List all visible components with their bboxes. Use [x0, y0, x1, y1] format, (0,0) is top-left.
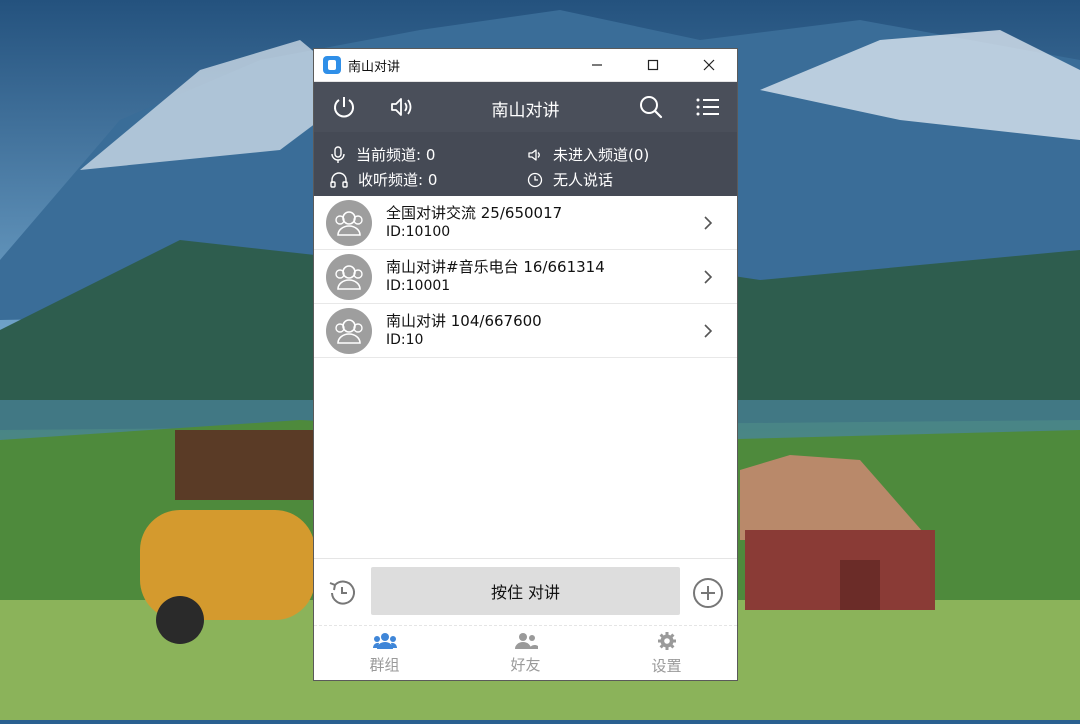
speaking-status: 无人说话: [527, 169, 613, 190]
current-channel-status: 当前频道: 0: [330, 144, 435, 165]
push-to-talk-bar: 按住 对讲: [314, 558, 737, 625]
history-icon: [329, 580, 355, 605]
microphone-icon: [331, 145, 345, 163]
power-button[interactable]: [329, 92, 359, 122]
chevron-right-icon: [693, 215, 723, 231]
tab-settings-label: 设置: [651, 656, 682, 675]
tab-groups-label: 群组: [369, 655, 400, 674]
toolbar-title: 南山对讲: [491, 101, 560, 121]
add-button[interactable]: [692, 577, 724, 613]
nobody-speaking-text: 无人说话: [553, 171, 614, 189]
close-button[interactable]: [681, 49, 737, 81]
bottom-tab-bar: 群组 好友 设置: [314, 625, 737, 680]
channel-item[interactable]: 南山对讲#音乐电台 16/661314 ID:10001: [314, 250, 737, 304]
speaker-icon: [391, 98, 412, 116]
minimize-icon: [592, 64, 602, 66]
group-avatar-icon: [335, 318, 363, 344]
group-avatar: [326, 199, 372, 246]
not-in-channel-text: 未进入频道(0): [553, 146, 650, 164]
channel-id: ID:10001: [386, 277, 451, 294]
clock-icon: [527, 172, 543, 187]
status-panel: 当前频道: 0 收听频道: 0 未进入频道(0) 无人说话: [314, 132, 737, 196]
chevron-right-icon: [693, 323, 723, 339]
channel-item[interactable]: 南山对讲 104/667600 ID:10: [314, 304, 737, 358]
group-avatar: [326, 307, 372, 354]
channel-name: 南山对讲 104/667600: [386, 311, 542, 330]
search-button[interactable]: [636, 92, 666, 122]
tab-friends-label: 好友: [510, 655, 541, 674]
history-button[interactable]: [326, 577, 358, 613]
push-to-talk-button[interactable]: 按住 对讲: [371, 567, 680, 615]
app-logo-icon: [323, 56, 341, 74]
channel-item[interactable]: 全国对讲交流 25/650017 ID:10100: [314, 196, 737, 250]
channel-entry-status: 未进入频道(0): [527, 144, 649, 165]
group-avatar-icon: [335, 210, 363, 236]
volume-icon: [528, 148, 540, 161]
chevron-right-icon: [693, 269, 723, 285]
tab-friends[interactable]: 好友: [455, 626, 596, 680]
close-icon: [703, 59, 715, 71]
gear-icon: [657, 631, 676, 650]
tab-groups[interactable]: 群组: [314, 626, 455, 680]
group-avatar-icon: [335, 264, 363, 290]
channel-name: 南山对讲#音乐电台 16/661314: [386, 257, 605, 276]
headphones-icon: [330, 171, 348, 188]
app-window: 南山对讲 南山对讲 当前频道: 0 收听频道: 0 未进入频道(0) 无人说话 …: [313, 48, 738, 681]
current-channel-text: 当前频道: 0: [356, 146, 436, 164]
group-avatar: [326, 253, 372, 300]
menu-icon: [696, 98, 719, 116]
maximize-button[interactable]: [625, 49, 681, 81]
plus-circle-icon: [693, 578, 723, 608]
listen-channel-text: 收听频道: 0: [358, 171, 438, 189]
minimize-button[interactable]: [569, 49, 625, 81]
main-toolbar: 南山对讲: [314, 82, 737, 132]
channel-id: ID:10: [386, 331, 424, 348]
channel-list: 全国对讲交流 25/650017 ID:10100 南山对讲#音乐电台 16/6…: [314, 196, 737, 558]
menu-button[interactable]: [693, 92, 723, 122]
title-bar[interactable]: 南山对讲: [314, 49, 737, 82]
channel-name: 全国对讲交流 25/650017: [386, 203, 563, 222]
speaker-button[interactable]: [386, 92, 416, 122]
tab-settings[interactable]: 设置: [596, 626, 737, 680]
group-icon: [372, 632, 397, 649]
channel-id: ID:10100: [386, 223, 451, 240]
friends-icon: [514, 632, 538, 649]
listen-channel-status: 收听频道: 0: [330, 169, 437, 190]
maximize-icon: [647, 59, 659, 71]
search-icon: [640, 96, 663, 119]
power-icon: [334, 97, 354, 118]
window-title: 南山对讲: [348, 59, 401, 75]
